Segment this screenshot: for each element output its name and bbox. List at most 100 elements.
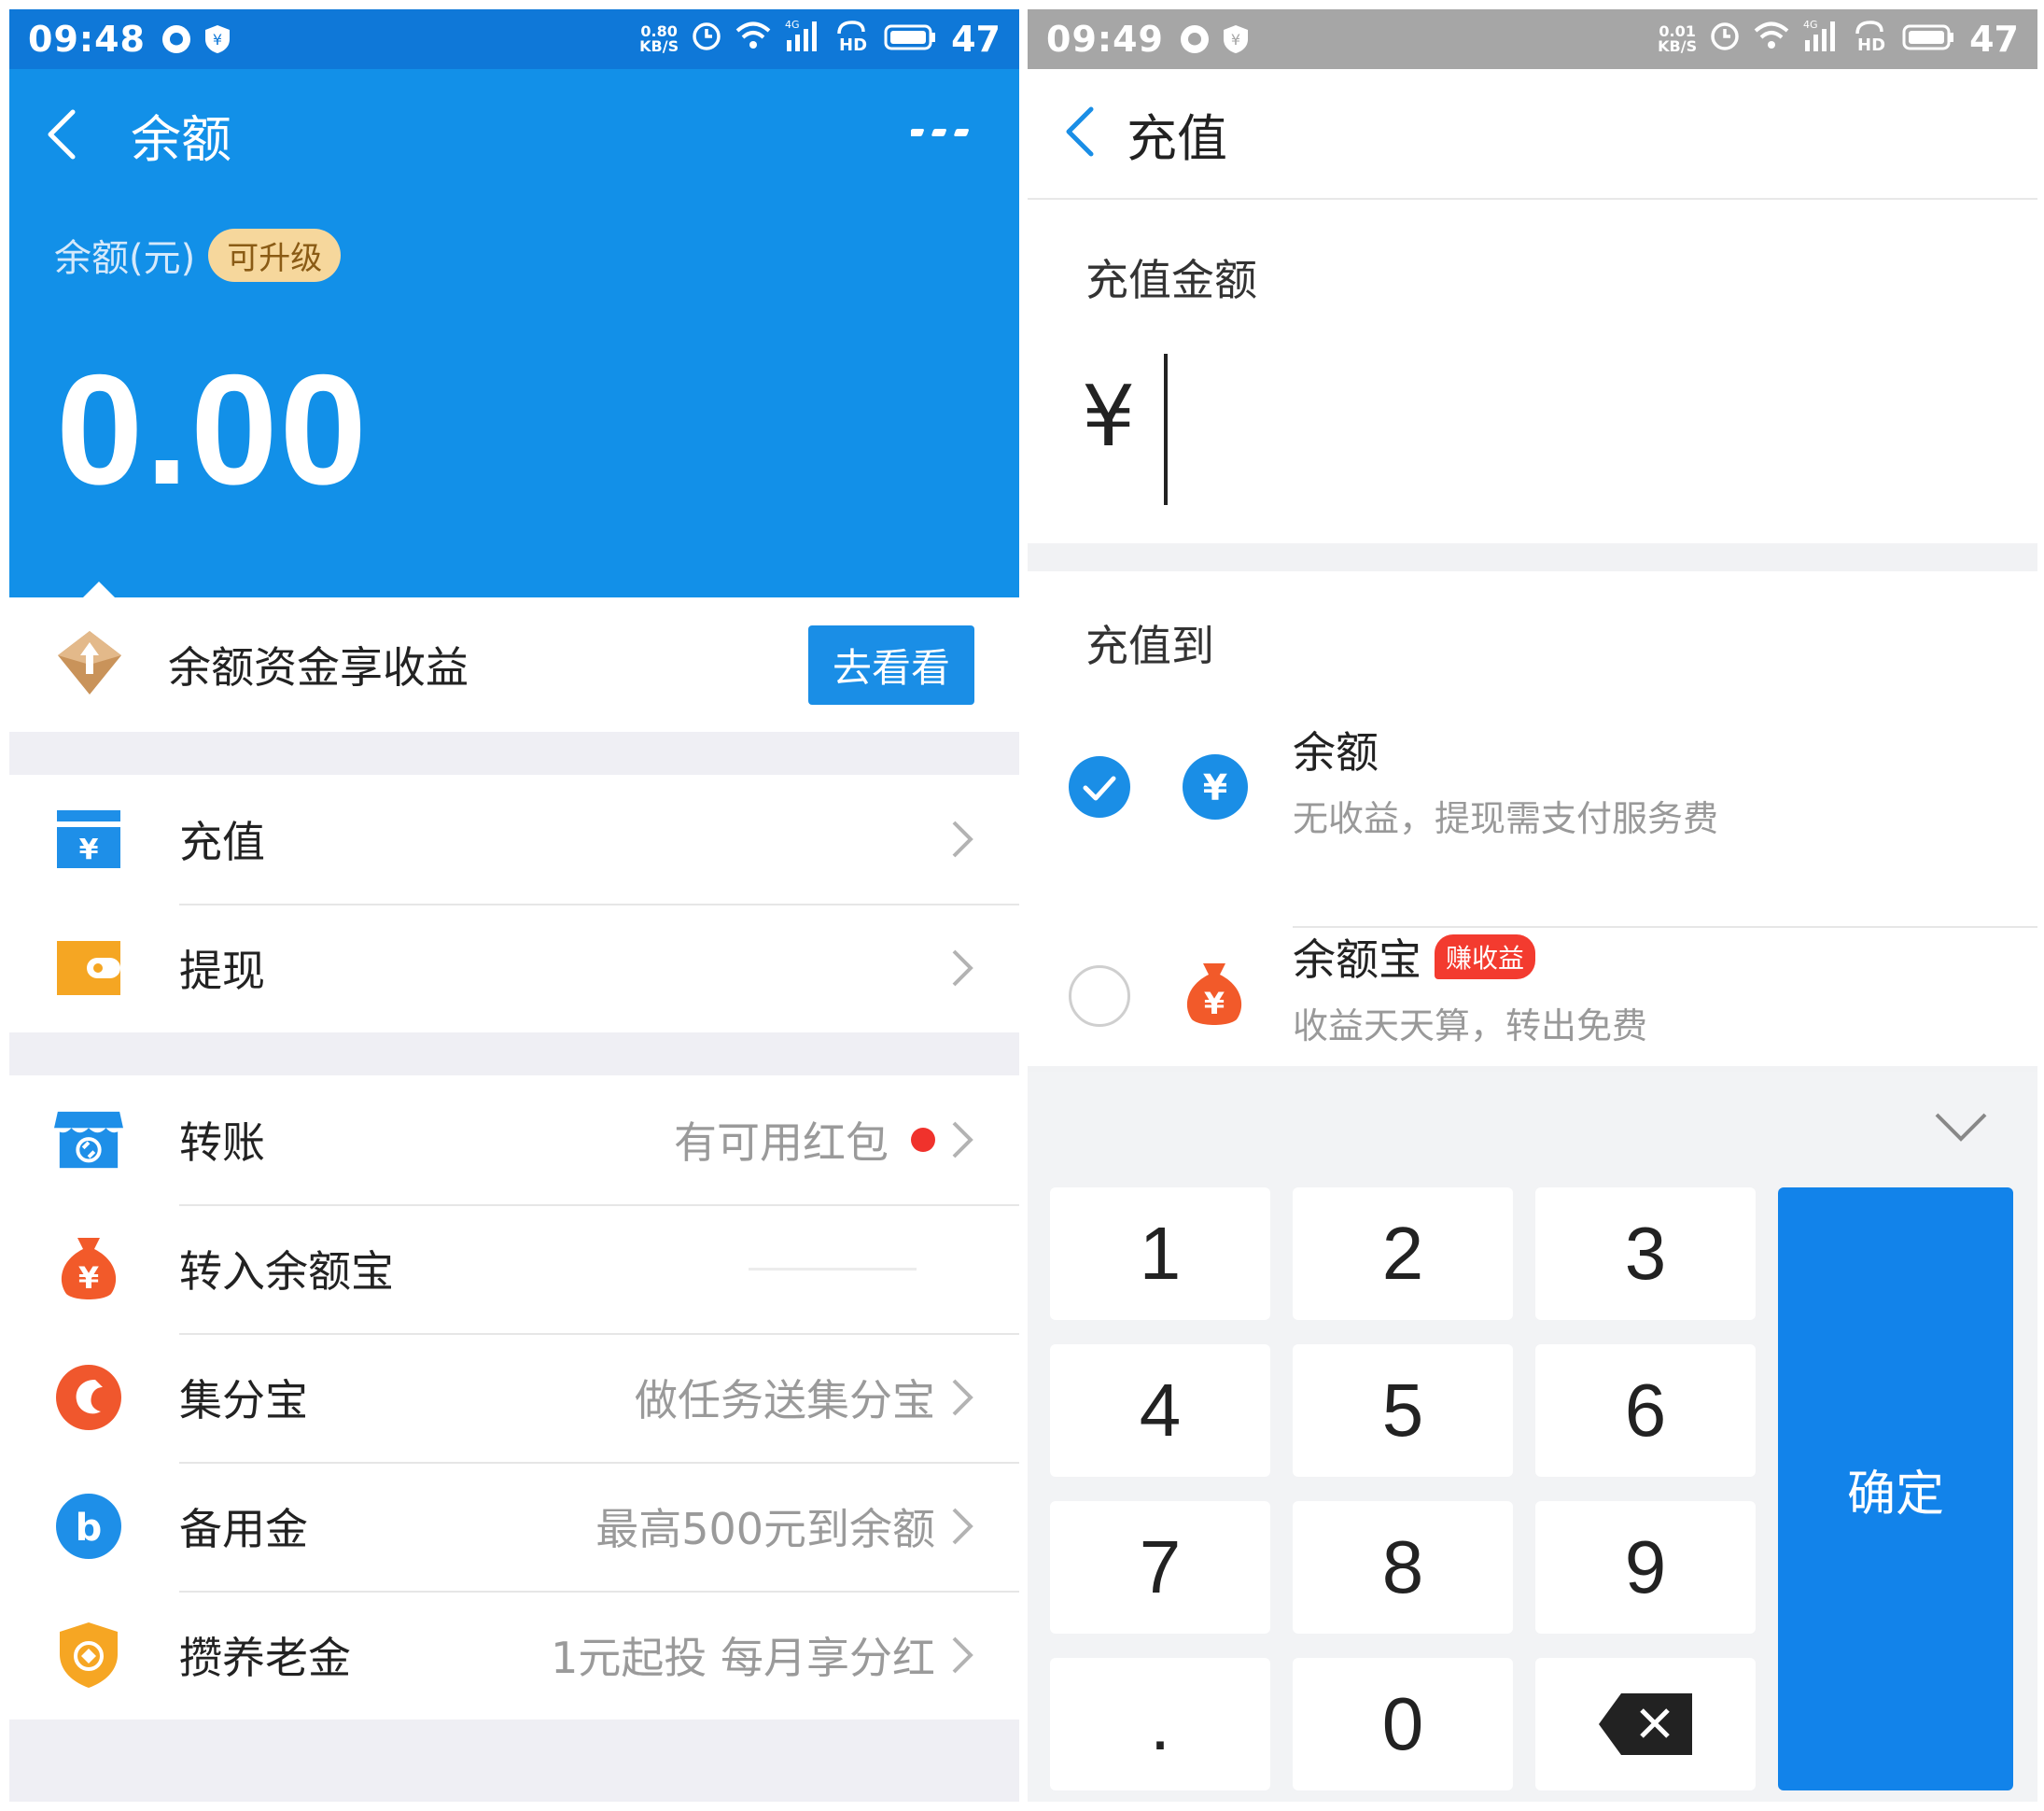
key-5[interactable]: 5: [1293, 1344, 1513, 1477]
pointer-caret: [82, 582, 116, 598]
transfer-store-icon: [54, 1105, 123, 1174]
wallet-icon: [54, 934, 123, 1003]
key-8[interactable]: 8: [1293, 1501, 1513, 1634]
battery-level: 47: [951, 19, 1001, 60]
upgrade-badge[interactable]: 可升级: [208, 228, 342, 282]
svg-text:¥: ¥: [1204, 986, 1225, 1021]
nav-bar: 充值: [1028, 69, 2037, 200]
key-0[interactable]: 0: [1293, 1658, 1513, 1790]
nav-bar: 余额: [9, 69, 1019, 200]
signal-icon: 4G: [1801, 18, 1842, 62]
key-7[interactable]: 7: [1050, 1501, 1270, 1634]
recharge-icon: ¥: [54, 805, 123, 874]
svg-text:4G: 4G: [1803, 19, 1818, 31]
balance-label: 余额(元) 可升级: [54, 228, 342, 282]
chevron-right-icon: [950, 1635, 978, 1676]
amount-input-section[interactable]: 充值金额 ¥: [1028, 200, 2037, 543]
earnings-promo: 余额资金享收益 去看看: [9, 597, 1019, 732]
text-cursor: [1164, 354, 1168, 505]
battery-level: 47: [1969, 19, 2019, 60]
menu-item-recharge[interactable]: ¥ 充值: [9, 775, 1019, 904]
earn-tag: 赚收益: [1435, 934, 1536, 979]
key-3[interactable]: 3: [1535, 1187, 1756, 1320]
svg-text:b: b: [76, 1507, 103, 1550]
status-time: 09:49: [1046, 19, 1164, 60]
recharge-target-section: 充值到 ¥ 余额 无收益，提现需支付服务费 ¥ 余额宝 赚收益 收益天天算，转出免…: [1028, 571, 2037, 1066]
alarm-icon: [690, 19, 723, 61]
balance-screen: 09:48 ¥ 0.80 KB/S 4G HD 47 余额 余额(元) 可升级 …: [9, 9, 1019, 1802]
balance-yen-icon: ¥: [1181, 752, 1250, 821]
wifi-icon: [735, 19, 772, 60]
key-6[interactable]: 6: [1535, 1344, 1756, 1477]
key-1[interactable]: 1: [1050, 1187, 1270, 1320]
page-title: 余额: [131, 109, 231, 169]
signal-icon: 4G: [783, 18, 824, 62]
key-2[interactable]: 2: [1293, 1187, 1513, 1320]
svg-text:¥: ¥: [213, 31, 222, 49]
shield-yen-icon: ¥: [203, 23, 231, 55]
key-9[interactable]: 9: [1535, 1501, 1756, 1634]
jifenbao-icon: [54, 1363, 123, 1432]
svg-text:HD: HD: [1857, 35, 1885, 52]
chevron-right-icon: [950, 819, 978, 860]
battery-icon: [884, 19, 936, 60]
status-bar: 09:49 ¥ 0.01 KB/S 4G HD 47: [1028, 9, 2037, 69]
placeholder-line: [749, 1267, 917, 1271]
status-bar: 09:48 ¥ 0.80 KB/S 4G HD 47: [9, 9, 1019, 69]
radio-unchecked-icon[interactable]: [1069, 965, 1130, 1027]
battery-icon: [1902, 19, 1954, 60]
confirm-button[interactable]: 确定: [1778, 1187, 2013, 1790]
svg-text:¥: ¥: [1203, 767, 1227, 808]
chevron-right-icon: [950, 1506, 978, 1547]
notification-icon: [1179, 23, 1211, 55]
svg-text:¥: ¥: [78, 1260, 99, 1296]
menu-item-jifenbao[interactable]: 集分宝 做任务送集分宝: [9, 1333, 1019, 1462]
chevron-right-icon: [950, 1119, 978, 1160]
chevron-down-icon[interactable]: [1933, 1109, 1989, 1150]
menu-item-transfer[interactable]: 转账 有可用红包: [9, 1075, 1019, 1204]
chevron-right-icon: [950, 948, 978, 989]
amount-label: 充值金额: [1085, 255, 1257, 305]
balance-header: 余额 余额(元) 可升级 0.00: [9, 69, 1019, 598]
menu-group-2: 转账 有可用红包 ¥ 转入余额宝 集分宝 做任务送集分宝 b 备用金 最高500…: [9, 1075, 1019, 1720]
menu-item-withdraw[interactable]: 提现: [9, 904, 1019, 1032]
money-bag-icon: ¥: [54, 1234, 123, 1303]
more-options-icon[interactable]: [909, 125, 973, 144]
backspace-key[interactable]: [1535, 1658, 1756, 1790]
key-4[interactable]: 4: [1050, 1344, 1270, 1477]
diamond-arrow-icon: [54, 627, 125, 702]
network-speed: 0.01 KB/S: [1658, 22, 1698, 55]
menu-item-pension[interactable]: 攒养老金 1元起投 每月享分红: [9, 1591, 1019, 1720]
currency-symbol: ¥: [1082, 368, 1136, 466]
alarm-icon: [1708, 19, 1742, 61]
menu-item-reserve-fund[interactable]: b 备用金 最高500元到余额: [9, 1462, 1019, 1591]
menu-item-yuebao-deposit[interactable]: ¥ 转入余额宝: [9, 1204, 1019, 1333]
menu-group-1: ¥ 充值 提现: [9, 775, 1019, 1032]
red-packet-hint: 有可用红包: [674, 1109, 935, 1171]
svg-text:¥: ¥: [79, 834, 99, 866]
key-decimal[interactable]: .: [1050, 1658, 1270, 1790]
numeric-keypad: 1 2 3 4 5 6 7 8 9 . 0 确定: [1028, 1072, 2037, 1802]
reserve-fund-icon: b: [54, 1492, 123, 1561]
radio-checked-icon[interactable]: [1069, 756, 1130, 818]
money-bag-icon: ¥: [1181, 960, 1250, 1029]
chevron-right-icon: [950, 1377, 978, 1418]
svg-text:¥: ¥: [1231, 31, 1240, 49]
red-dot-badge: [911, 1128, 935, 1152]
recharge-screen: 09:49 ¥ 0.01 KB/S 4G HD 47 充值 充值金额 ¥ 充值到…: [1028, 9, 2037, 1802]
wifi-icon: [1753, 19, 1790, 60]
backspace-icon: [1599, 1693, 1692, 1755]
shield-yen-icon: ¥: [1222, 23, 1250, 55]
notification-icon: [161, 23, 192, 55]
pension-shield-icon: [54, 1621, 123, 1690]
back-button[interactable]: [43, 102, 108, 167]
option-yuebao[interactable]: ¥ 余额宝 赚收益 收益天天算，转出免费: [1028, 919, 2037, 1068]
page-title: 充值: [1127, 108, 1227, 168]
go-see-button[interactable]: 去看看: [807, 625, 974, 705]
option-balance[interactable]: ¥ 余额 无收益，提现需支付服务费: [1028, 711, 2037, 861]
back-button[interactable]: [1061, 104, 1099, 163]
svg-text:HD: HD: [839, 35, 867, 52]
promo-text: 余额资金享收益: [168, 642, 469, 693]
target-label: 充值到: [1085, 621, 1214, 671]
hd-call-icon: HD: [1854, 19, 1891, 61]
